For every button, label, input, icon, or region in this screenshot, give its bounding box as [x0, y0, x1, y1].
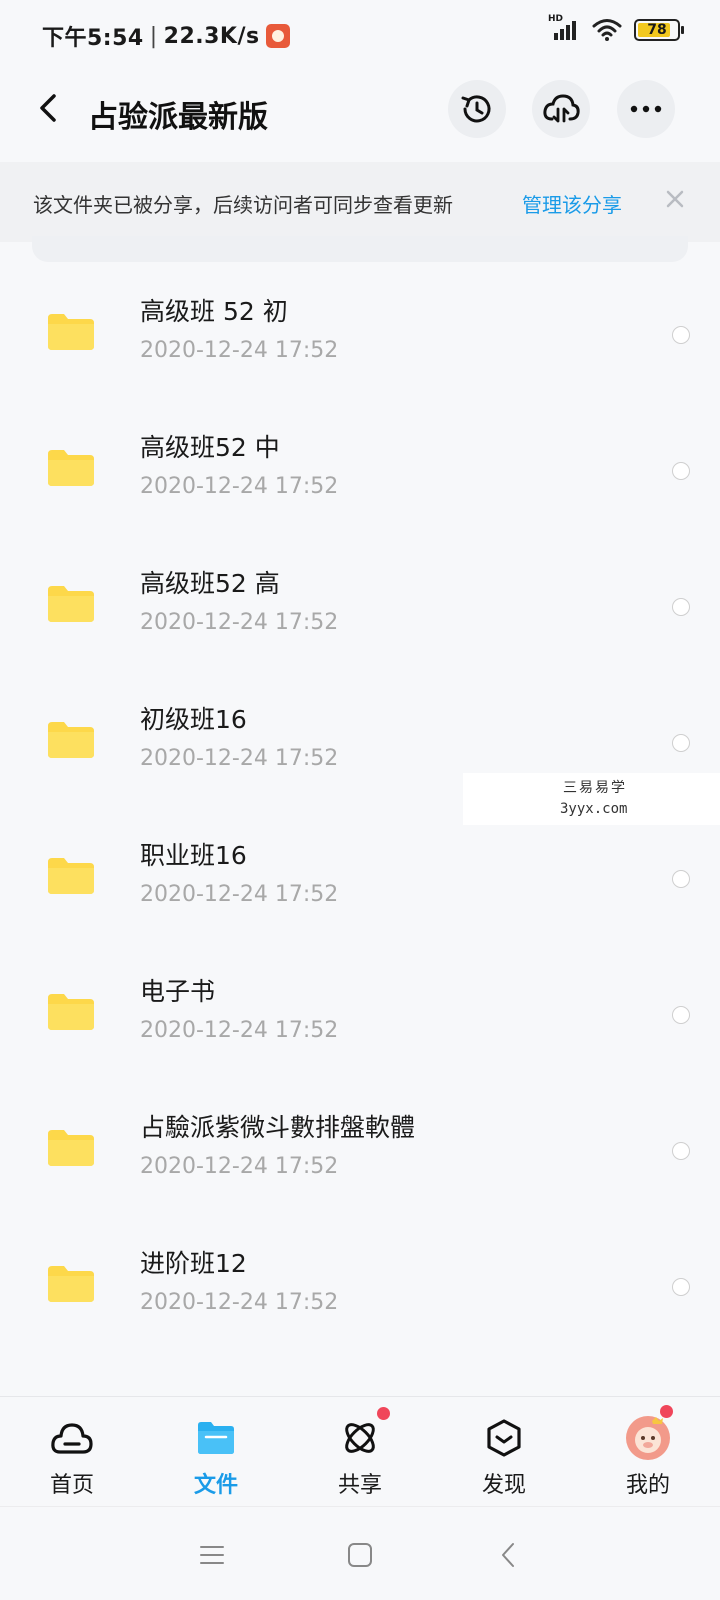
nav-discover[interactable]: 发现: [432, 1397, 576, 1505]
folder-icon: [48, 314, 94, 350]
list-item[interactable]: 进阶班12 2020-12-24 17:52: [0, 1218, 720, 1354]
file-name: 初级班16: [140, 705, 247, 734]
nav-label: 我的: [625, 1473, 670, 1498]
home-button[interactable]: [342, 1537, 378, 1573]
watermark-url: 3yyx.com: [560, 801, 628, 817]
file-name: 高级班 52 初: [140, 297, 288, 326]
more-icon: [630, 105, 662, 113]
menu-button[interactable]: [194, 1537, 230, 1573]
watermark-name: 三易易学: [563, 780, 627, 796]
share-orbit-icon: [337, 1415, 383, 1461]
file-name: 职业班16: [140, 841, 247, 870]
select-radio[interactable]: [672, 870, 690, 888]
nav-label: 共享: [337, 1473, 382, 1498]
status-separator: |: [149, 23, 158, 49]
history-button[interactable]: [448, 80, 506, 138]
banner-shadow: [32, 236, 688, 262]
file-name: 电子书: [140, 977, 216, 1006]
avatar-icon: [625, 1415, 671, 1461]
status-bar: 下午5:54 | 22.3K/s HD 78: [0, 0, 720, 70]
nav-share[interactable]: 共享: [288, 1397, 432, 1505]
list-item[interactable]: 职业班16 2020-12-24 17:52: [0, 810, 720, 946]
share-banner: 该文件夹已被分享，后续访问者可同步查看更新 管理该分享: [0, 162, 720, 242]
nav-label: 发现: [481, 1473, 526, 1498]
transfer-button[interactable]: [532, 80, 590, 138]
folder-icon: [48, 1130, 94, 1166]
discover-box-icon: [481, 1415, 527, 1461]
cloud-home-icon: [49, 1415, 95, 1461]
back-arrow-icon: [40, 94, 56, 122]
status-time: 下午5:54: [42, 26, 144, 51]
list-item[interactable]: 高级班 52 初 2020-12-24 17:52: [0, 266, 720, 402]
file-date: 2020-12-24 17:52: [140, 1018, 339, 1043]
more-button[interactable]: [617, 80, 675, 138]
watermark: 三易易学 3yyx.com: [463, 773, 720, 825]
page-title: 占验派最新版: [88, 100, 268, 135]
network-type-label: HD: [548, 14, 564, 24]
folder-icon: [48, 1266, 94, 1302]
list-item[interactable]: 高级班52 中 2020-12-24 17:52: [0, 402, 720, 538]
battery-level: 78: [647, 22, 667, 38]
share-banner-text: 该文件夹已被分享，后续访问者可同步查看更新: [33, 193, 453, 217]
bottom-nav: 首页 文件 共享 发现 我的: [0, 1396, 720, 1504]
history-icon: [461, 95, 491, 123]
close-icon: [666, 190, 684, 208]
select-radio[interactable]: [672, 326, 690, 344]
folder-icon: [48, 586, 94, 622]
nav-label: 文件: [193, 1473, 238, 1498]
nav-profile[interactable]: 我的: [576, 1397, 720, 1505]
file-date: 2020-12-24 17:52: [140, 882, 339, 907]
nav-home[interactable]: 首页: [0, 1397, 144, 1505]
manage-share-link[interactable]: 管理该分享: [522, 189, 622, 218]
select-radio[interactable]: [672, 734, 690, 752]
menu-icon: [200, 1546, 224, 1564]
back-chevron-icon: [502, 1543, 514, 1567]
list-item[interactable]: 占驗派紫微斗數排盤軟體 2020-12-24 17:52: [0, 1082, 720, 1218]
file-name: 进阶班12: [140, 1249, 247, 1278]
back-button[interactable]: [28, 88, 68, 128]
folder-icon: [193, 1415, 239, 1461]
file-date: 2020-12-24 17:52: [140, 1290, 339, 1315]
header: 占验派最新版: [0, 72, 720, 158]
file-date: 2020-12-24 17:52: [140, 1154, 339, 1179]
share-badge-dot: [377, 1407, 390, 1420]
folder-icon: [48, 722, 94, 758]
nav-files[interactable]: 文件: [144, 1397, 288, 1505]
wifi-icon: [592, 18, 622, 42]
select-radio[interactable]: [672, 1006, 690, 1024]
select-radio[interactable]: [672, 598, 690, 616]
profile-badge-dot: [660, 1405, 673, 1418]
file-name: 高级班52 高: [140, 569, 280, 598]
nav-label: 首页: [49, 1473, 94, 1498]
app-notification-icon: [265, 24, 290, 48]
status-left: 下午5:54 | 22.3K/s: [42, 20, 290, 52]
file-date: 2020-12-24 17:52: [140, 338, 339, 363]
folder-icon: [48, 858, 94, 894]
select-radio[interactable]: [672, 462, 690, 480]
list-item[interactable]: 高级班52 高 2020-12-24 17:52: [0, 538, 720, 674]
file-date: 2020-12-24 17:52: [140, 610, 339, 635]
system-back-button[interactable]: [490, 1537, 526, 1573]
status-right: HD 78: [548, 14, 684, 42]
folder-icon: [48, 994, 94, 1030]
system-nav: [0, 1506, 720, 1600]
file-date: 2020-12-24 17:52: [140, 746, 339, 771]
file-name: 高级班52 中: [140, 433, 280, 462]
file-date: 2020-12-24 17:52: [140, 474, 339, 499]
banner-close-button[interactable]: [660, 184, 690, 214]
file-name: 占驗派紫微斗數排盤軟體: [140, 1113, 416, 1142]
select-radio[interactable]: [672, 1142, 690, 1160]
folder-icon: [48, 450, 94, 486]
home-square-icon: [348, 1543, 372, 1567]
select-radio[interactable]: [672, 1278, 690, 1296]
network-speed: 22.3K/s: [163, 23, 260, 49]
signal-icon: HD: [548, 14, 580, 42]
battery-icon: 78: [634, 19, 684, 41]
list-item[interactable]: 电子书 2020-12-24 17:52: [0, 946, 720, 1082]
cloud-transfer-icon: [543, 94, 580, 123]
